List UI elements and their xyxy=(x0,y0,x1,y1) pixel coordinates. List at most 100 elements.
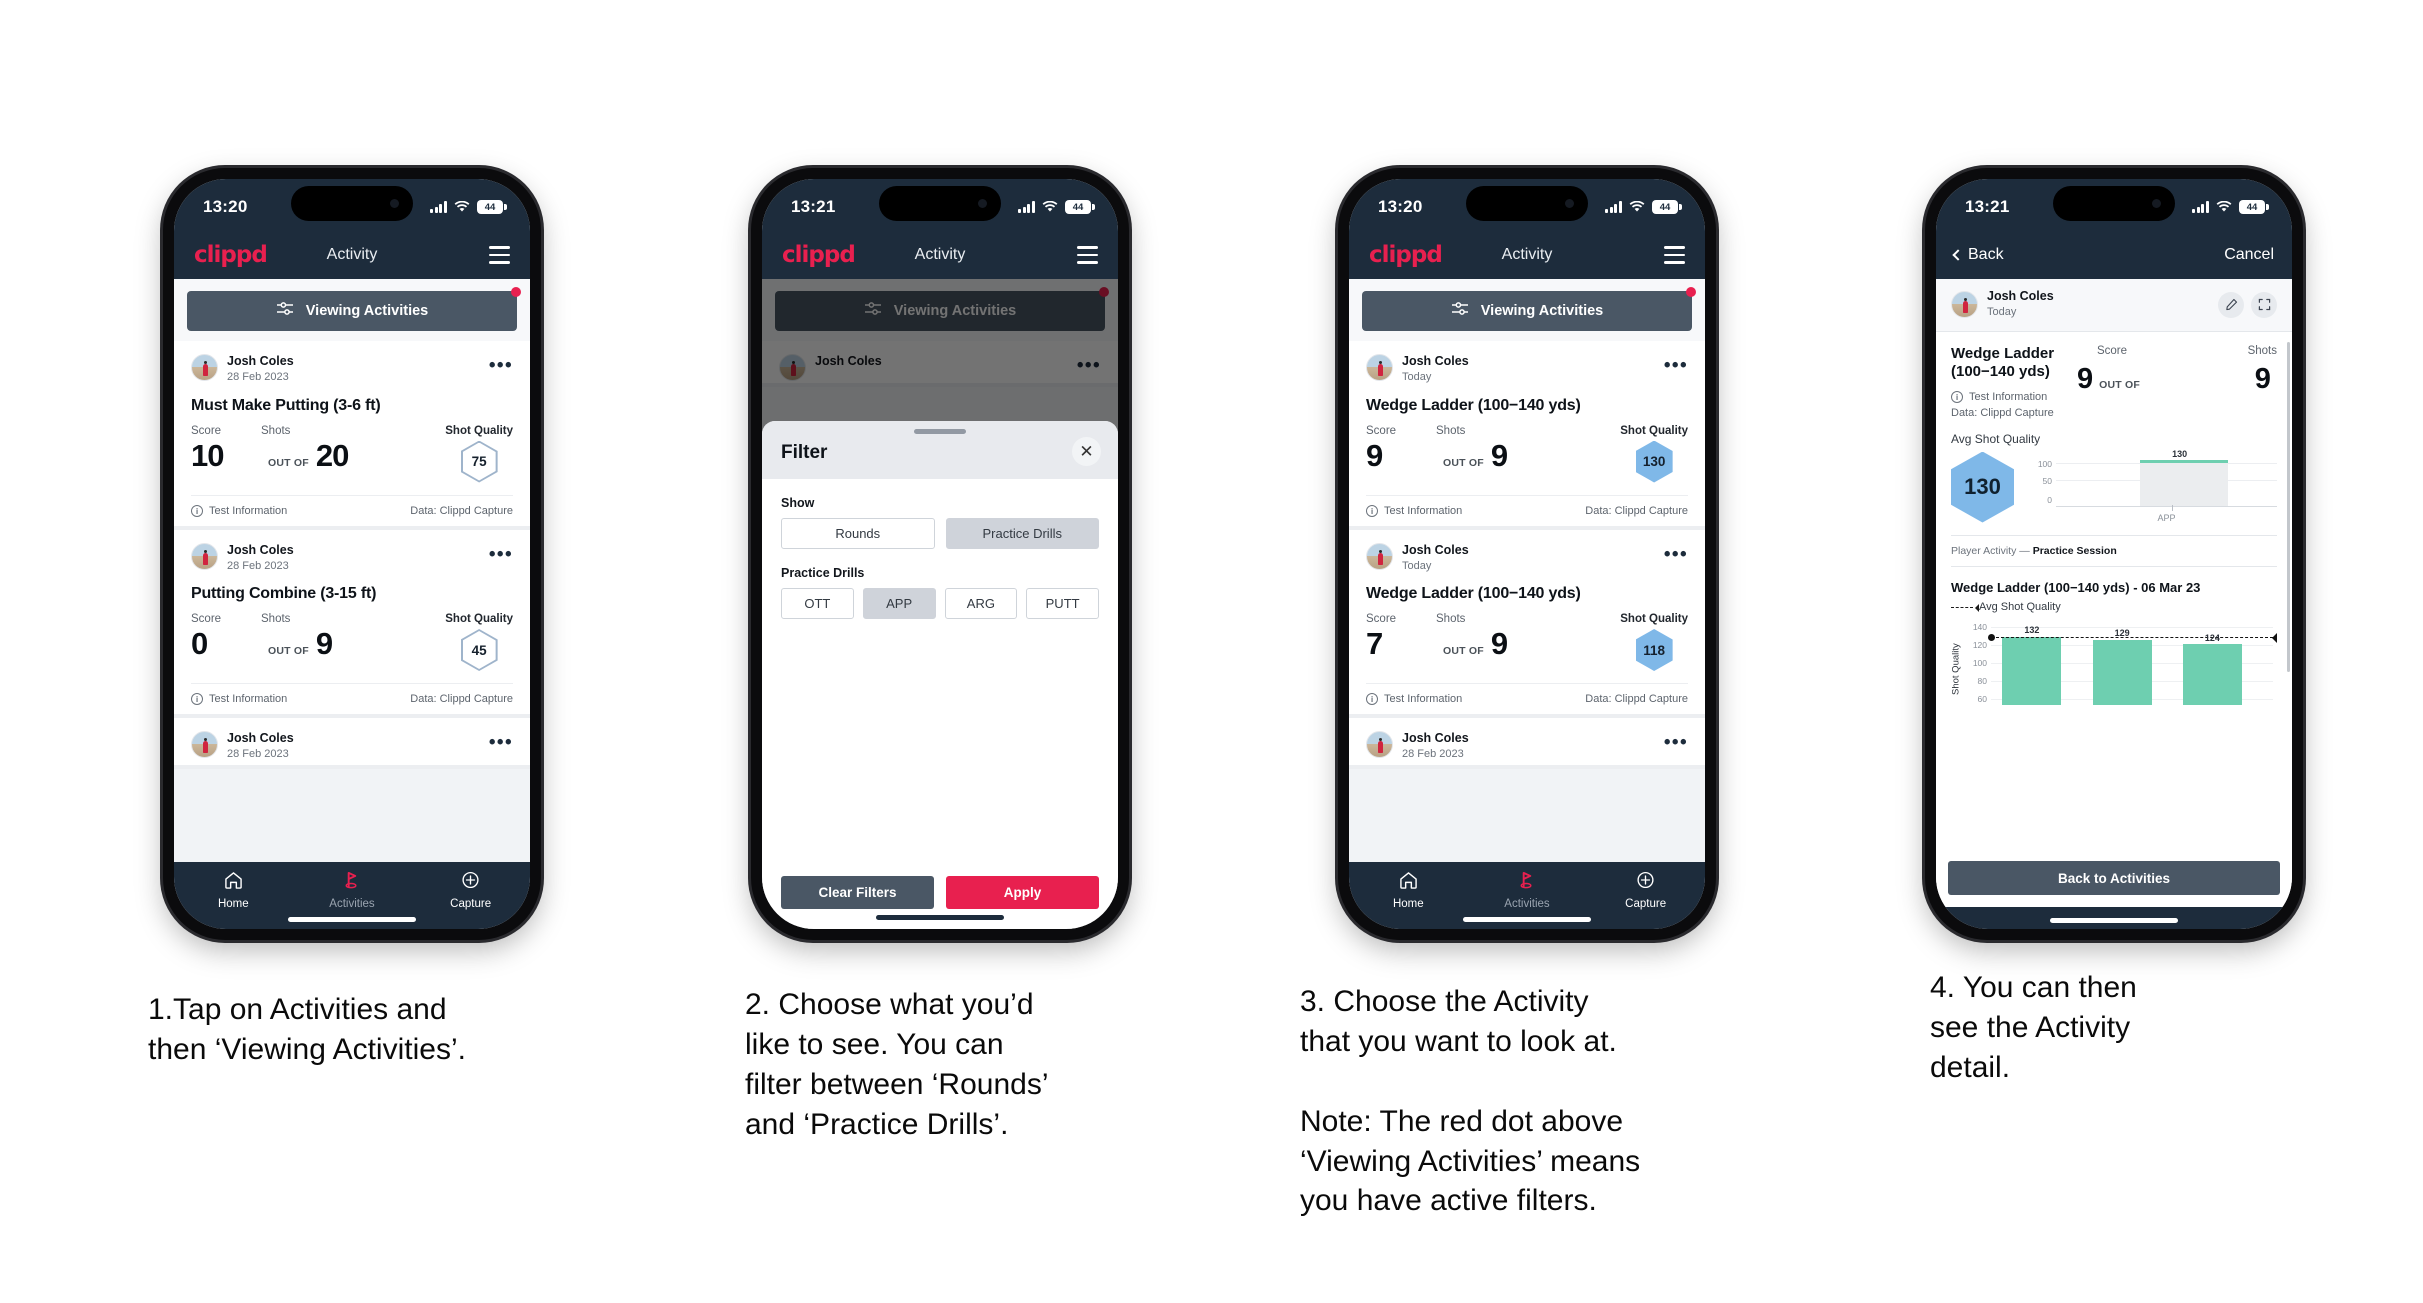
avatar xyxy=(191,354,218,381)
activity-title: Putting Combine (3-15 ft) xyxy=(191,585,377,602)
bar-3 xyxy=(2182,644,2242,705)
out-of-label: OUT OF xyxy=(1443,645,1484,657)
card-menu-icon[interactable]: ••• xyxy=(1664,732,1688,754)
drill-option-app[interactable]: APP xyxy=(862,588,936,619)
shot-quality-value: 45 xyxy=(462,631,496,669)
shot-quality-value: 130 xyxy=(1642,454,1666,469)
close-icon[interactable]: ✕ xyxy=(1072,437,1101,466)
card-menu-icon[interactable]: ••• xyxy=(1664,544,1688,566)
avatar xyxy=(191,542,218,570)
nav-label-home: Home xyxy=(1392,898,1424,910)
nav-item-activities[interactable]: Activities xyxy=(1490,871,1564,910)
card-footer: i Test Information Data: Clippd Capture xyxy=(191,683,513,714)
nav-item-activities[interactable]: Activities xyxy=(315,871,389,910)
test-information-label: Test Information xyxy=(209,693,288,705)
mini-ytick-0: 0 xyxy=(2047,495,2052,505)
shot-quality-label: Shot Quality xyxy=(1620,424,1688,437)
menu-icon[interactable] xyxy=(1077,246,1098,264)
drill-option-ott[interactable]: OTT xyxy=(781,588,854,619)
menu-icon[interactable] xyxy=(1664,246,1685,264)
card-footer: i Test Information Data: Clippd Capture xyxy=(1366,494,1688,526)
activity-date: 28 Feb 2023 xyxy=(227,371,289,383)
show-option-rounds[interactable]: Rounds xyxy=(781,518,935,549)
axis-tick xyxy=(2172,505,2174,511)
menu-icon[interactable] xyxy=(489,246,510,264)
signal-icon xyxy=(1018,201,1035,213)
info-icon: i xyxy=(1366,504,1378,517)
viewing-activities-button[interactable]: Viewing Activities xyxy=(1362,287,1696,331)
avatar xyxy=(191,731,218,758)
active-filters-dot xyxy=(1686,287,1696,297)
ytick-140: 140 xyxy=(1972,622,1987,632)
avatar xyxy=(1366,542,1393,570)
nav-item-capture[interactable]: Capture xyxy=(434,871,508,910)
bar-2 xyxy=(2092,640,2152,705)
caption-3-line-2: that you want to look at. xyxy=(1300,1024,1617,1058)
avatar xyxy=(1366,731,1393,758)
wifi-icon xyxy=(2216,201,2232,213)
shots-label: Shots xyxy=(1436,613,1466,625)
test-information-label: Test Information xyxy=(1384,504,1463,517)
shot-quality-label: Shot Quality xyxy=(445,424,513,437)
shots-value: 9 xyxy=(2254,362,2271,395)
info-icon: i xyxy=(191,504,203,517)
card-menu-icon[interactable]: ••• xyxy=(489,732,513,754)
nav-item-capture[interactable]: Capture xyxy=(1609,871,1683,910)
activity-date: 28 Feb 2023 xyxy=(227,748,289,760)
card-menu-icon[interactable]: ••• xyxy=(489,544,513,566)
phone-3: 13:20 44 clippd Activity Viewing Activit… xyxy=(1338,168,1716,940)
show-option-practice-drills[interactable]: Practice Drills xyxy=(945,518,1099,549)
nav-item-home[interactable]: Home xyxy=(1371,871,1445,910)
shots-label: Shots xyxy=(1436,424,1466,437)
expand-icon[interactable] xyxy=(2251,291,2277,318)
shot-quality-value: 118 xyxy=(1643,642,1666,658)
notch xyxy=(879,186,1001,221)
chevron-left-icon xyxy=(1952,249,1964,261)
nav-item-home[interactable]: Home xyxy=(196,871,270,910)
user-name: Josh Coles xyxy=(1402,354,1469,368)
drill-option-arg[interactable]: ARG xyxy=(944,588,1018,619)
caption-3-note-line-1: Note: The red dot above xyxy=(1300,1104,1623,1138)
sheet-grabber[interactable] xyxy=(914,429,966,434)
viewing-activities-button[interactable]: Viewing Activities xyxy=(187,287,521,331)
chart-plot-area: 132 129 124 xyxy=(1988,623,2277,705)
activity-card[interactable]: Josh Coles Today ••• Wedge Ladder (100−1… xyxy=(1349,529,1705,718)
bottom-nav: Home Activities Capture xyxy=(1349,862,1705,929)
active-filters-dot xyxy=(511,287,521,297)
shot-quality-value: 75 xyxy=(462,442,496,481)
filter-sliders-icon xyxy=(1451,302,1469,320)
back-button[interactable]: Back xyxy=(1952,246,2004,264)
caption-2-line-2: like to see. You can xyxy=(745,1027,1004,1061)
card-menu-icon[interactable]: ••• xyxy=(1664,355,1688,377)
card-menu-icon[interactable]: ••• xyxy=(489,355,513,377)
viewing-activities-wrap: Viewing Activities xyxy=(1349,279,1705,341)
activity-card[interactable]: Josh Coles Today ••• Wedge Ladder (100−1… xyxy=(1349,341,1705,530)
player-activity-prefix: Player Activity — xyxy=(1951,545,2030,557)
drill-chip-group: OTT APP ARG PUTT xyxy=(781,588,1099,619)
activity-card[interactable]: Josh Coles 28 Feb 2023 ••• Must Make Put… xyxy=(174,341,530,530)
cancel-button[interactable]: Cancel xyxy=(2224,246,2274,264)
scrollbar[interactable] xyxy=(2287,341,2290,672)
caption-1-line-2: then ‘Viewing Activities’. xyxy=(148,1032,466,1066)
mini-ytick-100: 100 xyxy=(2037,459,2052,469)
activity-title: Must Make Putting (3-6 ft) xyxy=(191,396,381,414)
signal-icon xyxy=(2192,201,2209,213)
battery-icon: 44 xyxy=(477,200,507,214)
activity-card[interactable]: Josh Coles 28 Feb 2023 ••• Putting Combi… xyxy=(174,529,530,718)
avg-quality-row: 130 100 50 0 130 APP xyxy=(1951,449,2277,523)
activity-card[interactable]: Josh Coles 28 Feb 2023 ••• xyxy=(174,718,530,769)
apply-button[interactable]: Apply xyxy=(946,875,1099,909)
clear-filters-button[interactable]: Clear Filters xyxy=(781,875,934,909)
out-of-label: OUT OF xyxy=(268,645,309,657)
shot-quality-hex: 130 xyxy=(1635,440,1673,483)
pencil-icon[interactable] xyxy=(2218,291,2244,318)
phone-4-body: Josh Coles Today Wedge Ladder (100−140 y… xyxy=(1936,279,2292,907)
dashed-line-icon xyxy=(1951,603,1979,612)
back-to-activities-button[interactable]: Back to Activities xyxy=(1948,861,2280,895)
drill-option-putt[interactable]: PUTT xyxy=(1026,588,1099,619)
plus-circle-icon xyxy=(1636,871,1655,894)
activity-card[interactable]: Josh Coles 28 Feb 2023 ••• xyxy=(1349,718,1705,769)
ytick-120: 120 xyxy=(1972,640,1987,650)
chart-y-axis-label: Shot Quality xyxy=(1950,643,1962,695)
info-icon: i xyxy=(1366,693,1378,705)
